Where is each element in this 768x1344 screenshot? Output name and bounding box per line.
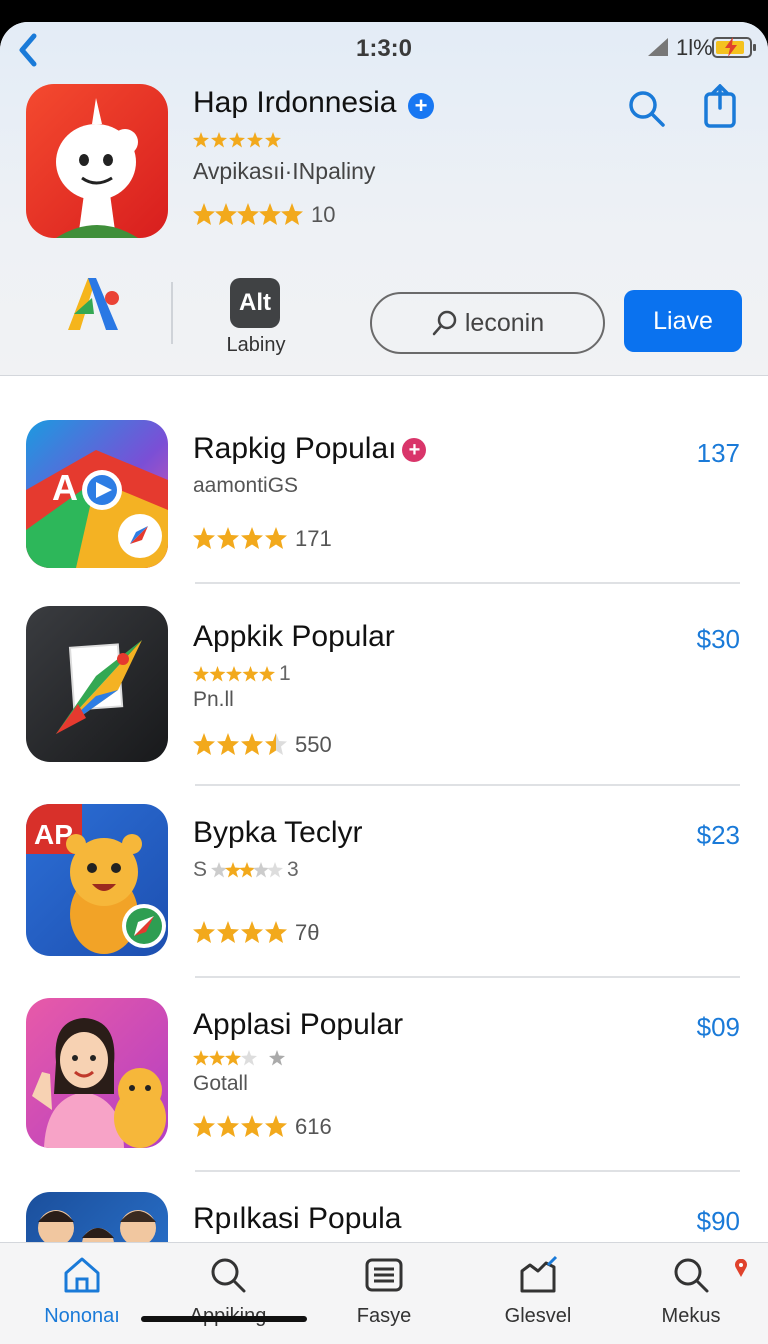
app-price[interactable]: $30	[697, 624, 740, 655]
featured-app-subtitle: Avpikasıi·INpaliny	[193, 158, 376, 184]
notification-pin-icon	[735, 1259, 747, 1277]
search-icon	[211, 1258, 246, 1293]
app-price[interactable]: $90	[697, 1206, 740, 1237]
app-subtitle: Pn.ll	[193, 688, 234, 711]
tab-home[interactable]: Nononaı	[7, 1243, 157, 1344]
get-button[interactable]: Liave	[624, 290, 742, 352]
app-rating: 550	[193, 732, 332, 758]
tab-search[interactable]: Mekus	[616, 1243, 766, 1344]
tab-apps[interactable]: Appiking	[153, 1243, 303, 1344]
app-price[interactable]: 137	[697, 438, 740, 469]
app-name[interactable]: Rapkig Populaı +	[193, 432, 427, 466]
featured-app-title[interactable]: Hap Irdonnesia	[193, 86, 396, 120]
tab-label: Nononaı	[44, 1305, 120, 1327]
tab-bar: Nononaı Appiking Fasye Glesvel Mekus	[0, 1242, 768, 1344]
mini-rating-count: 1	[279, 662, 291, 685]
status-bar: 1:3:0 1l%	[0, 22, 768, 74]
app-rating: 616	[193, 1114, 332, 1140]
mini-rating: 1	[193, 662, 291, 686]
search-icon	[674, 1258, 709, 1293]
app-thumbnail[interactable]	[26, 1192, 168, 1242]
app-list: A Rapkig Populaı + 137 aamontiGS 171 App…	[0, 376, 768, 1242]
star-rating-icon	[193, 1115, 287, 1137]
battery-percent: 1l%	[676, 35, 713, 60]
mini-rating-count: 3	[287, 858, 299, 881]
tab-label: Mekus	[661, 1305, 721, 1327]
alt-badge-icon[interactable]: Alt	[230, 278, 280, 328]
battery-icon	[712, 37, 756, 58]
app-rating: 7θ	[193, 920, 319, 946]
search-icon[interactable]	[626, 88, 666, 128]
tab-label: Glesvel	[504, 1305, 572, 1327]
plus-badge-icon: +	[408, 93, 434, 119]
app-thumbnail[interactable]	[26, 998, 168, 1148]
small-star-rating	[193, 666, 275, 682]
app-name[interactable]: Rpılkasi Popula	[193, 1202, 401, 1236]
app-thumbnail[interactable]: AP	[26, 804, 168, 956]
app-rating: 171	[193, 526, 332, 552]
app-subtitle: Gotall	[193, 1072, 248, 1095]
small-star-rating	[211, 862, 284, 878]
star-rating-icon	[193, 733, 287, 755]
star-rating-icon	[193, 527, 287, 549]
app-name[interactable]: Bypka Teclyr	[193, 816, 363, 850]
star-rating-icon	[193, 203, 303, 225]
app-subtitle: aamontiGS	[193, 474, 299, 497]
home-indicator[interactable]	[141, 1316, 307, 1322]
app-name[interactable]: Applasi Popular	[193, 1008, 403, 1042]
magnifier-icon	[432, 310, 457, 336]
row-divider	[195, 1170, 740, 1172]
row-divider	[195, 976, 740, 978]
row-divider	[195, 582, 740, 584]
plus-badge-icon: +	[402, 438, 427, 463]
signal-icon	[648, 38, 668, 56]
row-divider	[195, 784, 740, 786]
publisher-logo-icon	[68, 278, 119, 330]
app-store-screen: 1:3:0 1l% Hap Irdonnesia + Avpikasıi·INp…	[0, 22, 768, 1344]
star-rating-icon	[193, 921, 287, 943]
arcade-icon	[520, 1255, 558, 1293]
home-icon	[64, 1257, 100, 1293]
tab-label: Fasye	[356, 1305, 412, 1327]
app-price[interactable]: $23	[697, 820, 740, 851]
svg-text:A: A	[52, 467, 78, 508]
app-thumbnail[interactable]: A	[26, 420, 168, 568]
share-icon[interactable]	[702, 84, 738, 128]
search-pill-button[interactable]: leconin	[370, 292, 605, 354]
secondary-label: Labiny	[226, 334, 286, 356]
mini-rating-prefix: S	[193, 858, 208, 881]
app-header: 1:3:0 1l% Hap Irdonnesia + Avpikasıi·INp…	[0, 22, 768, 376]
list-icon	[365, 1258, 403, 1292]
app-name[interactable]: Appkik Popular	[193, 620, 395, 654]
featured-app-rating: 10	[193, 202, 335, 228]
app-thumbnail[interactable]	[26, 606, 168, 762]
featured-rating-count: 10	[311, 202, 336, 227]
header-divider	[171, 282, 173, 344]
featured-app-icon[interactable]	[26, 84, 168, 238]
rating-count: 7θ	[295, 920, 320, 945]
tab-arcade[interactable]: Glesvel	[463, 1243, 613, 1344]
search-pill-label: leconin	[464, 308, 545, 337]
small-star-rating	[193, 1050, 285, 1066]
rating-count: 171	[295, 526, 332, 551]
app-price[interactable]: $09	[697, 1012, 740, 1043]
mini-rating	[193, 1050, 293, 1066]
tab-list[interactable]: Fasye	[309, 1243, 459, 1344]
rating-count: 550	[295, 732, 332, 757]
small-star-rating	[193, 132, 281, 148]
mini-rating: S 3	[193, 858, 299, 882]
rating-count: 616	[295, 1114, 332, 1139]
